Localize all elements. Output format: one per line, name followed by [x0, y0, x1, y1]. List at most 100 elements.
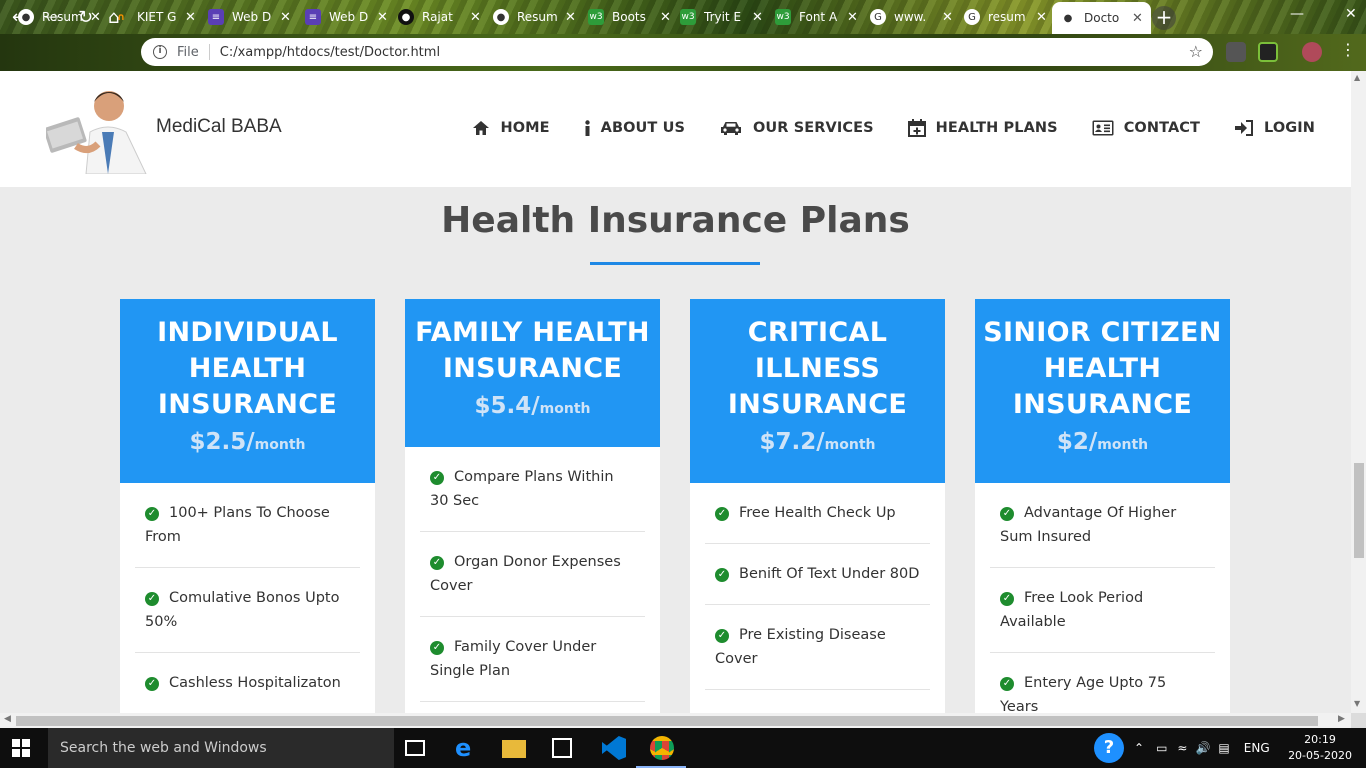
windows-taskbar: Search the web and Windows e ? ⌃ ▭ ≈ 🔊 ▤… — [0, 728, 1366, 768]
nav-label: CONTACT — [1123, 120, 1201, 136]
tab-close-icon[interactable]: ✕ — [1036, 10, 1047, 25]
tab-close-icon[interactable]: ✕ — [185, 10, 196, 25]
volume-icon[interactable]: 🔊 — [1195, 741, 1210, 755]
check-circle-icon: ✓ — [715, 629, 729, 643]
tab-close-icon[interactable]: ✕ — [565, 10, 576, 25]
browser-tab[interactable]: w3 Font A ✕ — [767, 2, 866, 32]
profile-avatar[interactable] — [1302, 42, 1322, 62]
calendar-plus-icon — [907, 119, 931, 137]
browser-tab[interactable]: Gresum ✕ — [956, 2, 1055, 32]
tab-close-icon[interactable]: ✕ — [377, 10, 388, 25]
horizontal-scroll-thumb[interactable] — [16, 716, 1318, 726]
language-indicator[interactable]: ENG — [1244, 741, 1270, 755]
address-bar[interactable]: i File C:/xampp/htdocs/test/Doctor.html … — [141, 38, 1213, 66]
google-icon: G — [870, 9, 886, 25]
extension-icon[interactable] — [1258, 42, 1278, 62]
tab-title: Web D — [329, 10, 369, 24]
feature-text: Compare Plans Within 30 Sec — [430, 469, 614, 509]
system-tray: ? ⌃ ▭ ≈ 🔊 ▤ ENG — [1094, 728, 1270, 768]
close-window-icon[interactable]: ✕ — [1345, 6, 1357, 22]
edge-icon[interactable]: e — [455, 736, 479, 760]
new-tab-button[interactable]: + — [1152, 6, 1176, 30]
brand-name[interactable]: MediCal BABA — [156, 116, 282, 138]
tab-close-icon[interactable]: ✕ — [280, 10, 291, 25]
feature-item: ✓ Entery Age Upto 75 Years — [990, 653, 1215, 713]
tab-title: Resum — [517, 10, 557, 24]
browser-tab[interactable]: w3 Boots ✕ — [580, 2, 679, 32]
google-icon: G — [964, 9, 980, 25]
windows-start-icon[interactable] — [12, 739, 30, 757]
nav-contact[interactable]: CONTACT — [1092, 119, 1200, 137]
id-card-icon — [1092, 120, 1119, 136]
chevron-up-icon[interactable]: ⌃ — [1134, 741, 1144, 755]
nav-home[interactable]: HOME — [472, 119, 550, 137]
plan-title: CRITICAL ILLNESS INSURANCE — [727, 317, 908, 420]
info-icon[interactable]: i — [153, 45, 167, 59]
feature-text: Cashless Hospitalizaton — [169, 675, 341, 691]
taskbar-search[interactable]: Search the web and Windows — [48, 728, 394, 768]
store-icon[interactable] — [552, 738, 572, 758]
browser-tab[interactable]: ∩ KIET G ✕ — [105, 2, 204, 32]
browser-tab[interactable]: ≡ Web D ✕ — [200, 2, 299, 32]
tab-title: Boots — [612, 10, 646, 24]
tab-title: Tryit E — [704, 10, 742, 24]
minimize-icon[interactable]: — — [1290, 6, 1304, 22]
tab-title: Docto — [1084, 11, 1120, 25]
plan-card: CRITICAL ILLNESS INSURANCE $7.2/month ✓ Fre… — [690, 299, 945, 713]
browser-tab[interactable]: ● Docto ✕ — [1052, 2, 1151, 34]
check-circle-icon: ✓ — [715, 507, 729, 521]
nav-our-services[interactable]: OUR SERVICES — [719, 119, 874, 137]
bookmark-star-icon[interactable]: ☆ — [1189, 42, 1203, 61]
nav-health-plans[interactable]: HEALTH PLANS — [907, 119, 1058, 137]
url-text[interactable]: C:/xampp/htdocs/test/Doctor.html — [220, 45, 440, 60]
price-period: month — [539, 401, 591, 417]
help-icon[interactable]: ? — [1094, 733, 1124, 763]
w3-icon: w3 — [680, 9, 696, 25]
nav-login[interactable]: LOGIN — [1234, 119, 1315, 137]
check-circle-icon: ✓ — [1000, 592, 1014, 606]
price-period: month — [824, 437, 876, 453]
info-icon — [584, 120, 596, 136]
browser-tab[interactable]: ● Rajat ✕ — [390, 2, 489, 32]
browser-tab[interactable]: ● Resum ✕ — [10, 2, 109, 32]
battery-icon[interactable]: ▭ — [1156, 741, 1167, 755]
feature-list: ✓ Advantage Of Higher Sum Insured ✓ Free Lo… — [975, 483, 1230, 713]
feature-text: Pre Existing Disease Cover — [715, 627, 886, 667]
feature-item: ✓ Pre Existing Disease Cover — [705, 605, 930, 690]
tab-close-icon[interactable]: ✕ — [470, 10, 481, 25]
browser-tab[interactable]: ≡ Web D ✕ — [297, 2, 396, 32]
tab-close-icon[interactable]: ✕ — [942, 10, 953, 25]
tab-close-icon[interactable]: ✕ — [90, 10, 101, 25]
w3-icon: w3 — [588, 9, 604, 25]
tab-close-icon[interactable]: ✕ — [1132, 11, 1143, 26]
wifi-icon[interactable]: ≈ — [1177, 741, 1187, 755]
browser-tab[interactable]: w3 Tryit E ✕ — [672, 2, 771, 32]
check-circle-icon: ✓ — [430, 641, 444, 655]
plan-price: $7.2/month — [698, 429, 937, 483]
chrome-icon[interactable] — [650, 736, 674, 760]
vscode-icon[interactable] — [602, 736, 626, 760]
feature-item: ✓ Organ Donor Expenses Cover — [420, 532, 645, 617]
notification-icon[interactable]: ▤ — [1218, 741, 1229, 755]
feature-item: ✓Flexibility In the Sum — [705, 690, 930, 713]
clock[interactable]: 20:19 20-05-2020 — [1288, 732, 1352, 764]
vertical-scroll-thumb[interactable] — [1354, 463, 1364, 558]
tab-close-icon[interactable]: ✕ — [752, 10, 763, 25]
browser-tab[interactable]: Gwww. ✕ — [862, 2, 961, 32]
feature-item: ✓ Free Health Check Up — [705, 483, 930, 544]
camera-extension-icon[interactable] — [1226, 42, 1246, 62]
feature-item: ✓ Benift Of Text Under 80D — [705, 544, 930, 605]
browser-tab[interactable]: ● Resum ✕ — [485, 2, 584, 32]
scroll-corner — [1351, 713, 1366, 728]
task-view-icon[interactable] — [405, 740, 425, 756]
menu-kebab-icon[interactable]: ⋮ — [1340, 40, 1356, 60]
horizontal-scrollbar[interactable]: ◀ ▶ — [0, 713, 1351, 728]
tab-close-icon[interactable]: ✕ — [660, 10, 671, 25]
file-explorer-icon[interactable] — [502, 740, 526, 758]
vertical-scrollbar[interactable]: ▲ ▼ — [1351, 71, 1366, 713]
clock-time: 20:19 — [1304, 733, 1336, 746]
tab-close-icon[interactable]: ✕ — [847, 10, 858, 25]
nav-about-us[interactable]: ABOUT US — [584, 119, 685, 137]
plan-header: SINIOR CITIZEN HEALTH INSURANCE $2/month — [975, 299, 1230, 483]
tab-title: Web D — [232, 10, 272, 24]
